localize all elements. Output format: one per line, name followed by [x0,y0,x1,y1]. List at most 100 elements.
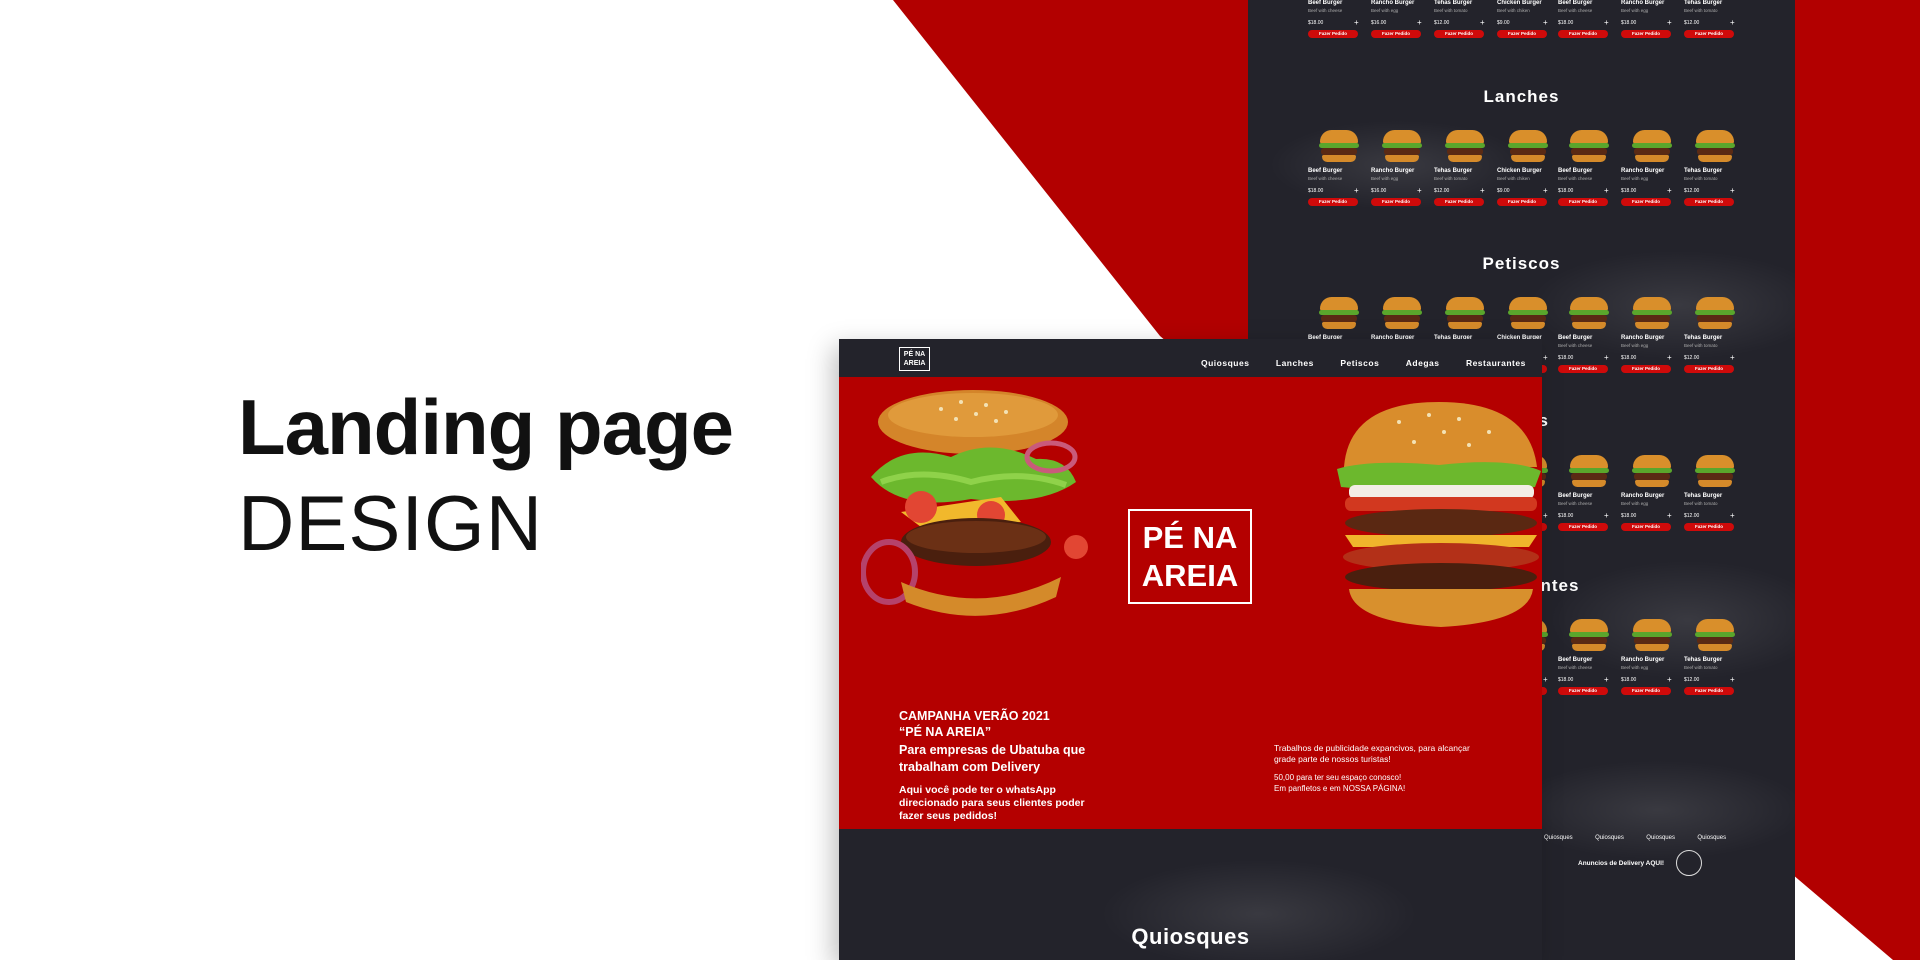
campaign-quote: “PÉ NA AREIA” [899,725,992,739]
order-button[interactable]: Fazer Pedido [1308,198,1358,206]
order-button[interactable]: Fazer Pedido [1371,198,1421,206]
burger-thumbnail [1632,455,1672,487]
nav-logo[interactable]: PÉ NA AREIA [899,347,930,371]
add-item-button[interactable]: + [1543,186,1548,195]
order-button[interactable]: Fazer Pedido [1684,687,1734,695]
nav-logo-line: PÉ NA [903,351,926,358]
add-item-button[interactable]: + [1604,511,1609,520]
menu-item-name: Beef Burger [1558,335,1593,341]
nav-link-lanches[interactable]: Lanches [1276,358,1314,368]
menu-item-card: Beef Burger Beef with cheese $18.00 + Fazer … [1558,130,1616,220]
footer-link[interactable]: Quiosques [1595,835,1624,841]
add-item-button[interactable]: + [1604,186,1609,195]
section-title-quiosques: Quiosques [1131,924,1250,949]
order-button[interactable]: Fazer Pedido [1558,30,1608,38]
brand-line: AREIA [1141,558,1239,593]
order-button[interactable]: Fazer Pedido [1621,30,1671,38]
footer-link[interactable]: Quiosques [1697,835,1726,841]
menu-item-price: $18.00 [1558,513,1574,519]
campaign-title-line: CAMPANHA VERÃO 2021 [899,709,1050,723]
order-button[interactable]: Fazer Pedido [1558,198,1608,206]
order-button[interactable]: Fazer Pedido [1371,30,1421,38]
add-item-button[interactable]: + [1354,186,1359,195]
menu-item-name: Rancho Burger [1621,493,1665,499]
footer-link[interactable]: Quiosques [1646,835,1675,841]
add-item-button[interactable]: + [1667,675,1672,684]
order-button[interactable]: Fazer Pedido [1621,687,1671,695]
order-button[interactable]: Fazer Pedido [1558,523,1608,531]
order-button[interactable]: Fazer Pedido [1434,30,1484,38]
order-button[interactable]: Fazer Pedido [1497,30,1547,38]
menu-item-card: Rancho Burger Beef with egg $16.00 + Fazer P… [1371,0,1429,52]
add-item-button[interactable]: + [1667,511,1672,520]
footer-link[interactable]: Quiosques [1544,835,1573,841]
whatsapp-line: fazer seus pedidos! [899,810,998,822]
order-button[interactable]: Fazer Pedido [1621,365,1671,373]
nav-link-adegas[interactable]: Adegas [1406,358,1440,368]
add-item-button[interactable]: + [1417,186,1422,195]
order-button[interactable]: Fazer Pedido [1558,687,1608,695]
add-item-button[interactable]: + [1667,353,1672,362]
menu-item-price: $18.00 [1621,355,1637,361]
nav-link-quiosques[interactable]: Quiosques [1201,358,1249,368]
add-item-button[interactable]: + [1730,186,1735,195]
order-button[interactable]: Fazer Pedido [1684,198,1734,206]
menu-item-card: Chicken Burger Beef with chiken $9.00 + Faze… [1497,130,1555,220]
order-button[interactable]: Fazer Pedido [1308,30,1358,38]
menu-item-name: Beef Burger [1558,493,1593,499]
menu-item-price: $18.00 [1621,677,1637,683]
add-item-button[interactable]: + [1667,186,1672,195]
menu-item-name: Rancho Burger [1621,0,1665,6]
add-item-button[interactable]: + [1604,18,1609,27]
add-item-button[interactable]: + [1354,18,1359,27]
advertising-line: Em panfletos e em NOSSA PÁGINA! [1274,784,1406,793]
menu-item-card: Tehas Burger Beef with tomato $12.00 + Fazer… [1434,130,1492,220]
add-item-button[interactable]: + [1480,18,1485,27]
burger-thumbnail [1319,297,1359,329]
add-item-button[interactable]: + [1730,353,1735,362]
nav-link-petiscos[interactable]: Petiscos [1340,358,1379,368]
menu-item-name: Beef Burger [1558,168,1593,174]
add-item-button[interactable]: + [1543,511,1548,520]
burger-thumbnail [1569,130,1609,162]
add-item-button[interactable]: + [1543,675,1548,684]
menu-item-desc: Beef with tomato [1684,501,1718,506]
menu-item-name: Chicken Burger [1497,0,1542,6]
hero-section: PÉ NA AREIA CAMPANHA VERÃO 2021 “PÉ NA A… [839,377,1542,829]
brand-line: PÉ NA [1142,520,1238,555]
menu-item-price: $18.00 [1558,20,1574,26]
order-button[interactable]: Fazer Pedido [1684,30,1734,38]
add-item-button[interactable]: + [1730,675,1735,684]
order-button[interactable]: Fazer Pedido [1558,365,1608,373]
menu-row: Beef Burger Beef with cheese $18.00 + Fazer … [1308,130,1748,220]
add-item-button[interactable]: + [1480,186,1485,195]
burger-thumbnail [1632,297,1672,329]
section-title-lanches: Lanches [1483,87,1560,106]
order-button[interactable]: Fazer Pedido [1684,365,1734,373]
burger-thumbnail [1569,297,1609,329]
add-item-button[interactable]: + [1417,18,1422,27]
add-item-button[interactable]: + [1543,18,1548,27]
order-button[interactable]: Fazer Pedido [1684,523,1734,531]
add-item-button[interactable]: + [1543,353,1548,362]
nav-logo-line: AREIA [903,360,926,367]
add-item-button[interactable]: + [1730,511,1735,520]
menu-item-card: Beef Burger Beef with cheese $18.00 + Fazer … [1308,0,1366,52]
section-title-partial: antes [1530,576,1580,595]
add-item-button[interactable]: + [1604,353,1609,362]
add-item-button[interactable]: + [1667,18,1672,27]
burger-thumbnail [1508,130,1548,162]
order-button[interactable]: Fazer Pedido [1621,523,1671,531]
whatsapp-text: Aqui você pode ter o whatsApp direcionad… [899,784,1159,823]
whatsapp-line: Aqui você pode ter o whatsApp [899,784,1056,796]
burger-thumbnail [1695,297,1735,329]
menu-item-card: Beef Burger Beef with cheese $18.00 + Fazer … [1558,455,1616,545]
add-item-button[interactable]: + [1730,18,1735,27]
order-button[interactable]: Fazer Pedido [1434,198,1484,206]
add-item-button[interactable]: + [1604,675,1609,684]
nav-link-restaurantes[interactable]: Restaurantes [1466,358,1526,368]
menu-item-price: $12.00 [1684,677,1700,683]
order-button[interactable]: Fazer Pedido [1497,198,1547,206]
menu-item-name: Tehas Burger [1684,657,1723,663]
order-button[interactable]: Fazer Pedido [1621,198,1671,206]
